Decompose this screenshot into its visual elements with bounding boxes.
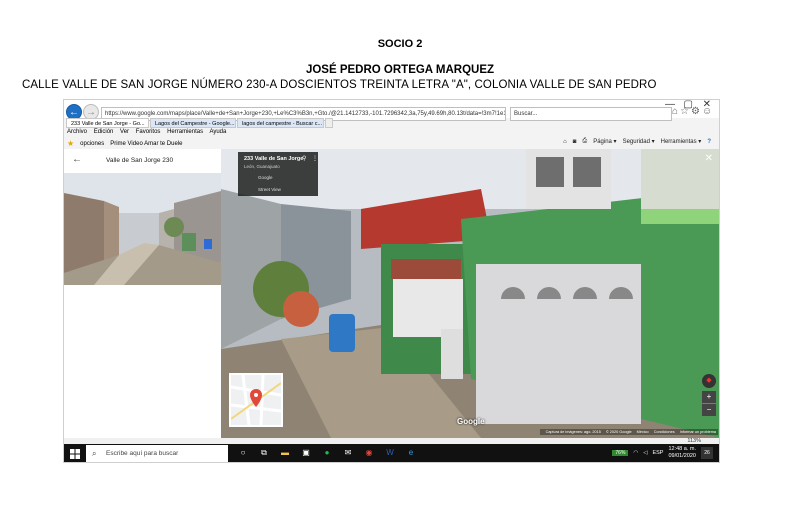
rss-icon[interactable]: ◙ [573,139,577,145]
footer-country[interactable]: México [637,430,649,434]
cmd-seguridad[interactable]: Seguridad ▾ [623,138,655,145]
card-title: 233 Valle de San Jorge [244,156,304,162]
page-area: ← Valle de San Jorge 230 ⟲ [64,149,719,438]
fav-prime-video[interactable]: Prime Video Amar te Duele [110,141,182,147]
taskbar-search-placeholder: Escribe aquí para buscar [106,450,179,457]
favorites-star-icon[interactable]: ★ [67,139,74,148]
toolbar-icons: ⌂☆⚙☺ [672,106,714,117]
more-options-icon[interactable]: ⋮ [312,155,318,162]
tab-valle-san-jorge[interactable]: 233 Valle de San Jorge - Go... [66,118,149,128]
wifi-icon[interactable]: ◠ [633,450,638,456]
heading-name: JOSÉ PEDRO ORTEGA MARQUEZ [305,64,495,76]
footer-capture: Captura de imágenes: ago. 2015 [545,430,601,434]
battery-indicator[interactable]: 76% [612,450,629,456]
card-street-view-label: Street View [258,187,281,192]
task-view-icon[interactable]: ⧉ [257,446,271,460]
cmd-herramientas[interactable]: Herramientas ▾ [661,138,702,145]
spotify-icon[interactable]: ● [320,446,334,460]
windows-start-icon[interactable] [70,449,80,459]
notification-badge[interactable]: 26 [701,447,713,459]
cmd-pagina[interactable]: Página ▾ [593,138,616,145]
menu-ver[interactable]: Ver [120,129,129,135]
smiley-icon[interactable]: ☺ [702,106,714,117]
footer-copyright: © 2020 Google [605,430,632,434]
tray-lang[interactable]: ESP [652,450,663,456]
taskbar: ⌕ Escribe aquí para buscar ○ ⧉ ▬ ▣ ● ✉ ◉… [64,444,719,462]
footer-report[interactable]: Informar un problema [680,430,716,434]
search-icon: ⌕ [92,449,97,458]
screenshot: — ▢ ✕ ← → https://www.google.com/maps/pl… [63,99,720,463]
card-google-label: Google [258,175,273,180]
home-icon[interactable]: ⌂ [672,106,680,117]
mini-map-image [231,375,281,425]
menu-favoritos[interactable]: Favoritos [136,129,161,135]
gear-icon[interactable]: ⚙ [691,106,702,117]
panel-title: Valle de San Jorge 230 [106,157,174,164]
store-icon[interactable]: ▣ [299,446,313,460]
menu-edicion[interactable]: Edición [94,129,114,135]
panel-header: ← Valle de San Jorge 230 [64,149,221,173]
system-tray: 76% ◠ ◁ ESP 12:48 a. m. 09/01/2020 26 [612,446,713,460]
new-tab-button[interactable] [325,118,333,128]
mini-map[interactable] [229,373,283,427]
menu-archivo[interactable]: Archivo [67,129,87,135]
map-footer: Captura de imágenes: ago. 2015 © 2020 Go… [539,429,718,435]
google-watermark: Google [457,417,485,426]
place-panel: ← Valle de San Jorge 230 ⟲ [64,149,221,438]
clock[interactable]: 12:48 a. m. 09/01/2020 [668,446,696,460]
word-icon[interactable]: W [383,446,397,460]
chrome-icon[interactable]: ◉ [362,446,376,460]
clock-time: 12:48 a. m. [668,446,696,452]
command-bar: ⌂ ◙ ⎙ Página ▾ Seguridad ▾ Herramientas … [563,138,711,145]
help-icon[interactable]: ? [707,139,711,145]
tab-lagos-campestre[interactable]: Lagos del Campestre - Google... [150,118,236,128]
map-controls: ◆ + − [702,374,716,417]
taskbar-search-input[interactable]: ⌕ Escribe aquí para buscar [86,445,228,462]
place-info-card[interactable]: 233 Valle de San Jorge León, Guanajuato … [238,152,318,196]
clock-date: 09/01/2020 [668,453,696,459]
cortana-icon[interactable]: ○ [236,446,250,460]
footer-terms[interactable]: Condiciones [654,430,675,434]
zoom-in-button[interactable]: + [702,391,716,403]
mail-icon[interactable]: ✉ [341,446,355,460]
volume-icon[interactable]: ◁ [643,450,647,456]
panel-back-icon[interactable]: ← [72,154,82,165]
tab-strip: 233 Valle de San Jorge - Go... Lagos del… [64,118,719,128]
menu-herramientas[interactable]: Herramientas [167,129,203,135]
heading-socio: SOCIO 2 [377,38,423,50]
file-explorer-icon[interactable]: ▬ [278,446,292,460]
heading-address: CALLE VALLE DE SAN JORGE NÚMERO 230-A DO… [22,79,657,91]
street-thumbnail[interactable]: ⟲ [64,173,221,285]
taskbar-apps: ○ ⧉ ▬ ▣ ● ✉ ◉ W e [236,446,418,460]
map-pin-icon[interactable]: ⚲ [302,155,306,162]
fav-opciones[interactable]: opciones [80,141,104,147]
home-small-icon[interactable]: ⌂ [563,139,567,145]
close-street-view-icon[interactable]: ✕ [705,153,713,164]
print-icon[interactable]: ⎙ [582,138,587,145]
street-view[interactable]: 233 Valle de San Jorge León, Guanajuato … [221,149,719,438]
internet-explorer-icon[interactable]: e [404,446,418,460]
favorites-bar: ★ opciones Prime Video Amar te Duele [67,139,182,148]
zoom-out-button[interactable]: − [702,404,716,416]
menu-bar: Archivo Edición Ver Favoritos Herramient… [67,129,231,135]
card-subtitle: León, Guanajuato [244,164,280,169]
tab-lagos-buscar[interactable]: lagos del campestre - Buscar c... [237,118,324,128]
compass-icon[interactable]: ◆ [702,374,716,388]
star-icon[interactable]: ☆ [680,106,691,117]
street-thumbnail-image [64,173,221,285]
menu-ayuda[interactable]: Ayuda [209,129,226,135]
